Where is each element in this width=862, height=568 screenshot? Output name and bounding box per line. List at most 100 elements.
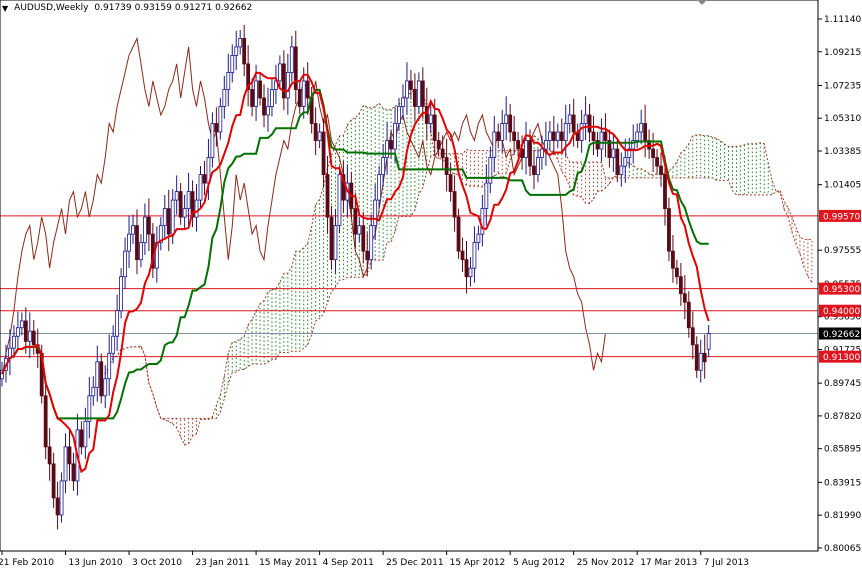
candle-body xyxy=(146,216,151,235)
candle xyxy=(202,160,207,196)
candle-body xyxy=(210,123,215,158)
candle xyxy=(262,84,266,128)
time-tick-label: 3 Oct 2010 xyxy=(132,558,182,568)
candle xyxy=(43,382,48,460)
price-level-tag-label: 0.91300 xyxy=(823,353,860,363)
candle-body xyxy=(452,191,457,218)
candle-body xyxy=(682,293,687,303)
candle xyxy=(27,312,32,359)
candle xyxy=(270,78,274,117)
candle xyxy=(238,29,243,55)
candle xyxy=(274,64,278,105)
candle-body xyxy=(496,131,501,141)
candle-body xyxy=(365,250,370,261)
candle-body xyxy=(95,361,100,388)
candle-body xyxy=(420,80,425,107)
candle xyxy=(536,149,540,183)
candle xyxy=(139,234,143,268)
candle xyxy=(357,217,362,242)
candle xyxy=(321,118,326,187)
candle-body xyxy=(591,131,596,141)
candle-body xyxy=(162,208,167,227)
candle-body xyxy=(686,301,691,329)
candle-body xyxy=(262,97,266,116)
candle xyxy=(337,166,342,234)
candle xyxy=(281,50,286,111)
candle-body xyxy=(416,80,421,107)
candle-body xyxy=(357,225,362,235)
candle-body xyxy=(484,182,489,210)
candle-body xyxy=(12,335,16,349)
candle xyxy=(103,365,108,409)
candle xyxy=(671,234,675,283)
candle xyxy=(623,138,628,183)
candle-body xyxy=(107,352,112,380)
candle-body xyxy=(285,72,290,99)
open-value: 0.91739 xyxy=(94,3,132,13)
candle xyxy=(567,103,572,134)
time-tick-label: 21 Feb 2010 xyxy=(0,558,54,568)
candle xyxy=(682,274,687,320)
time-axis[interactable]: 21 Feb 2010 13 Jun 2010 3 Oct 2010 23 Jan 2… xyxy=(0,551,749,568)
price-chart[interactable]: 1.11140 1.09215 1.07235 1.05310 1.03385 1.014… xyxy=(0,0,862,568)
candle xyxy=(71,452,76,491)
candle xyxy=(488,146,493,194)
candle-body xyxy=(706,333,711,350)
time-tick-label: 23 Jan 2011 xyxy=(196,558,250,568)
candle xyxy=(186,172,191,226)
candle xyxy=(675,259,679,285)
candle xyxy=(234,30,239,70)
candle-body xyxy=(55,497,60,516)
candle-body xyxy=(131,225,135,235)
candle-body xyxy=(409,80,413,90)
candle-body xyxy=(266,106,270,116)
candle-body xyxy=(702,352,707,363)
candle xyxy=(178,183,183,225)
candle-body xyxy=(615,148,620,175)
candle-body xyxy=(659,165,663,175)
time-tick-label: 4 Sep 2011 xyxy=(323,558,374,568)
price-level-tag-label: 0.94000 xyxy=(823,307,860,317)
candle xyxy=(667,197,671,262)
candle xyxy=(460,237,465,272)
price-tick-label: 1.11140 xyxy=(824,15,861,25)
candle-body xyxy=(377,174,382,201)
candle xyxy=(635,123,640,149)
candle-body xyxy=(397,106,401,124)
candle-body xyxy=(333,225,338,261)
candle xyxy=(476,225,481,251)
time-tick-label: 15 Apr 2012 xyxy=(450,558,506,568)
candle xyxy=(313,107,318,156)
candle-body xyxy=(571,114,576,133)
candle xyxy=(369,214,374,270)
candle xyxy=(123,237,127,289)
candle-body xyxy=(174,191,179,201)
chart-shift-icon[interactable] xyxy=(697,0,707,5)
candle-body xyxy=(504,114,509,124)
candle xyxy=(63,433,68,494)
candle xyxy=(659,152,663,187)
candle xyxy=(412,73,417,122)
candle xyxy=(464,240,469,294)
candle-body xyxy=(643,123,648,141)
candle-body xyxy=(71,463,76,482)
candle-body xyxy=(603,131,608,141)
candle-body xyxy=(43,395,48,448)
candle xyxy=(218,97,223,140)
candle-body xyxy=(234,46,239,56)
candle xyxy=(540,135,544,170)
candle-body xyxy=(651,148,655,158)
candle xyxy=(87,377,92,439)
candle xyxy=(420,67,425,119)
candle xyxy=(524,121,528,175)
candle xyxy=(436,132,441,157)
candle-body xyxy=(373,199,378,227)
candle-body xyxy=(472,242,477,269)
candle-body xyxy=(115,310,120,337)
candle xyxy=(543,121,548,166)
candle xyxy=(416,72,421,115)
candle-body xyxy=(254,80,258,107)
candle-body xyxy=(551,131,556,141)
triangle-down-icon[interactable]: ▼ xyxy=(2,4,8,13)
candle-body xyxy=(690,327,695,346)
